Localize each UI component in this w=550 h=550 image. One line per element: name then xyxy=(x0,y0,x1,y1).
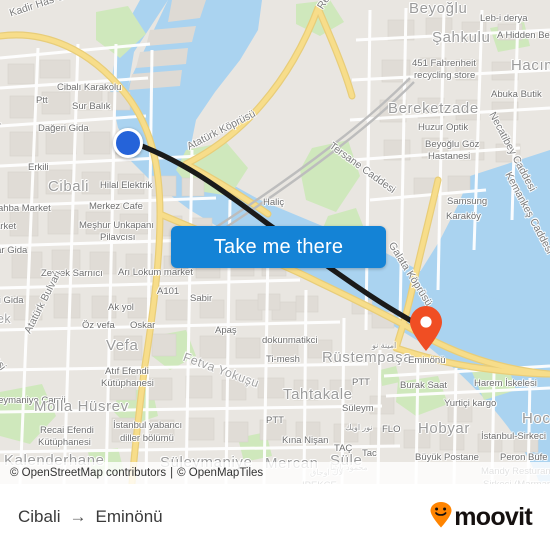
attribution-osm-link[interactable]: © OpenStreetMap contributors xyxy=(10,467,166,479)
route-summary: Cibali → Eminönü xyxy=(18,507,163,527)
map-attribution: © OpenStreetMap contributors | © OpenMap… xyxy=(0,462,550,484)
map-canvas[interactable]: Kadir Has CaddesiCibalı KarakoluPttSur B… xyxy=(0,0,550,484)
moovit-logo[interactable]: moovit xyxy=(429,501,533,533)
take-me-there-button[interactable]: Take me there xyxy=(171,226,386,268)
footer-bar: Cibali → Eminönü moovit xyxy=(0,484,550,550)
route-origin-label: Cibali xyxy=(18,507,61,526)
moovit-route-map-card: Kadir Has CaddesiCibalı KarakoluPttSur B… xyxy=(0,0,550,550)
moovit-pin-icon xyxy=(429,501,453,533)
route-destination-label: Eminönü xyxy=(95,507,163,526)
arrow-right-icon: → xyxy=(69,507,87,526)
origin-marker-cibali[interactable] xyxy=(113,128,143,158)
moovit-wordmark: moovit xyxy=(454,502,532,531)
attribution-separator: | xyxy=(170,467,174,479)
attribution-tiles-link[interactable]: © OpenMapTiles xyxy=(177,467,263,479)
destination-marker-eminonu[interactable] xyxy=(408,306,444,352)
